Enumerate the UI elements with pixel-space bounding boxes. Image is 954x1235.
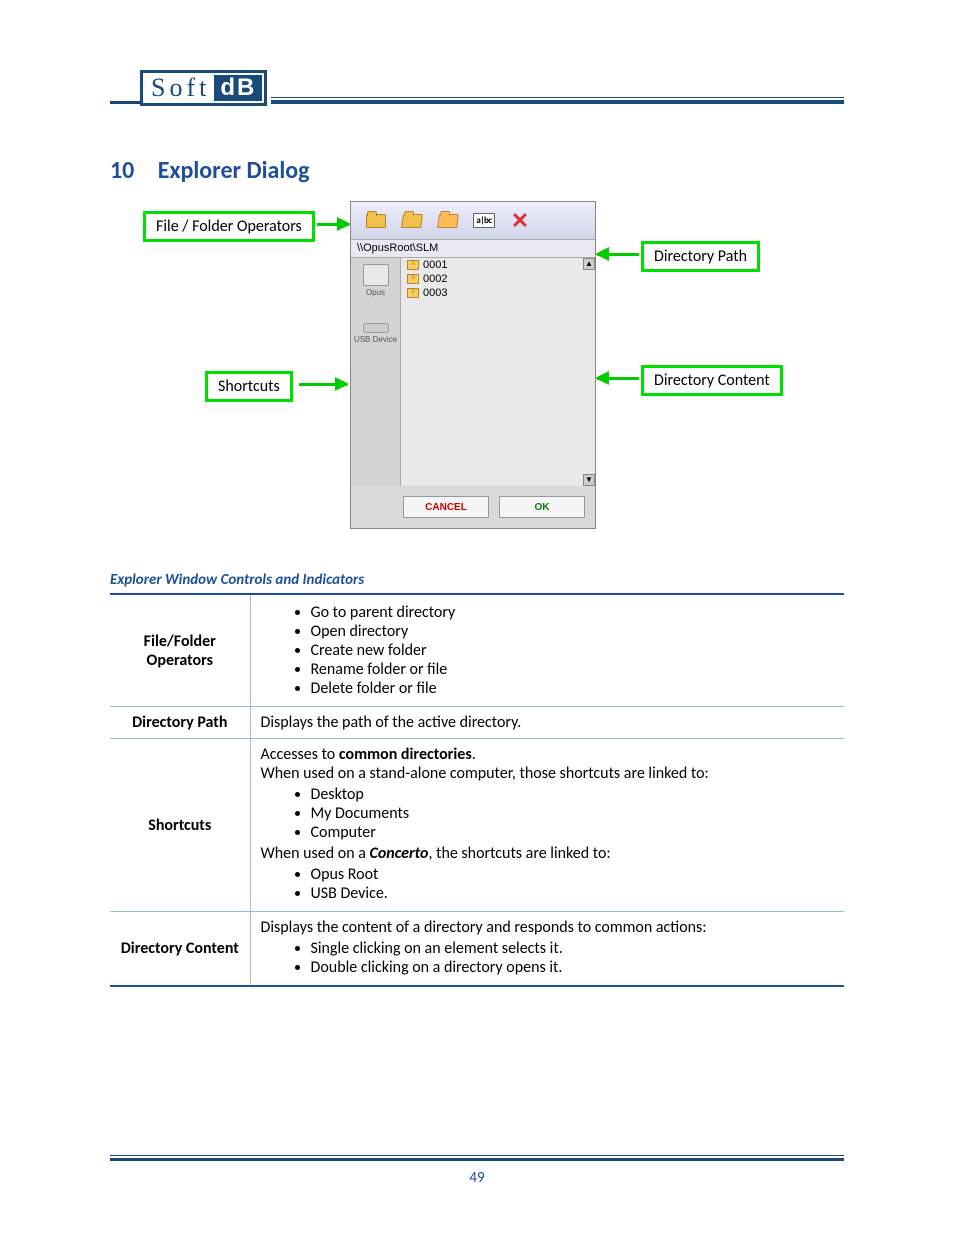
list-item: Desktop <box>311 785 835 804</box>
callout-shortcuts: Shortcuts <box>205 371 293 402</box>
list-item: Create new folder <box>311 641 835 660</box>
directory-content[interactable]: ≡0001 ≡0002 ≡0003 ▲ ▼ <box>401 258 595 486</box>
shortcuts-sidebar: Opus USB Device <box>351 258 401 486</box>
list-item: USB Device. <box>311 884 835 903</box>
opus-icon <box>363 264 389 286</box>
shortcut-label: USB Device <box>354 335 397 344</box>
usb-icon <box>363 323 389 333</box>
cancel-button[interactable]: CANCEL <box>403 496 489 518</box>
scroll-down-icon[interactable]: ▼ <box>583 474 595 486</box>
table-row: Shortcuts Accesses to common directories… <box>110 739 844 912</box>
list-item[interactable]: ≡0002 <box>401 272 595 286</box>
toolbar: a|bc ✕ <box>351 202 595 240</box>
logo-db: dB <box>214 75 262 101</box>
row-label: Directory Content <box>110 912 250 987</box>
file-icon: ≡ <box>407 288 419 298</box>
arrow-icon <box>317 223 349 226</box>
file-icon: ≡ <box>407 274 419 284</box>
page-number: 49 <box>0 1169 954 1187</box>
list-item: My Documents <box>311 804 835 823</box>
ok-button[interactable]: OK <box>499 496 585 518</box>
logo-soft: Soft <box>145 73 214 103</box>
list-item: Go to parent directory <box>311 603 835 622</box>
open-dir-icon[interactable] <box>401 211 423 231</box>
table-row: Directory Path Displays the path of the … <box>110 707 844 739</box>
list-item: Computer <box>311 823 835 842</box>
explorer-diagram: File / Folder Operators Shortcuts Direct… <box>127 201 827 541</box>
callout-content: Directory Content <box>641 365 783 396</box>
new-folder-icon[interactable] <box>437 211 459 231</box>
rename-icon[interactable]: a|bc <box>473 211 495 231</box>
list-item[interactable]: ≡0003 <box>401 286 595 300</box>
list-item: Rename folder or file <box>311 660 835 679</box>
path-bar[interactable]: \\OpusRoot\SLM <box>351 240 595 258</box>
table-heading: Explorer Window Controls and Indicators <box>110 571 844 589</box>
arrow-icon <box>597 253 639 256</box>
list-item[interactable]: ≡0001 <box>401 258 595 272</box>
callout-operators: File / Folder Operators <box>143 211 315 242</box>
explorer-window: a|bc ✕ \\OpusRoot\SLM Opus USB Device ≡0… <box>350 201 596 529</box>
scroll-up-icon[interactable]: ▲ <box>583 258 595 270</box>
arrow-icon <box>597 377 639 380</box>
list-item: Single clicking on an element selects it… <box>311 939 835 958</box>
row-text: Displays the path of the active director… <box>250 707 844 739</box>
shortcut-opus[interactable]: Opus <box>363 264 389 297</box>
parent-dir-icon[interactable] <box>365 211 387 231</box>
table-row: Directory Content Displays the content o… <box>110 912 844 987</box>
file-icon: ≡ <box>407 260 419 270</box>
row-label: Shortcuts <box>110 739 250 912</box>
list-item: Opus Root <box>311 865 835 884</box>
list-item: Delete folder or file <box>311 679 835 698</box>
arrow-icon <box>299 383 347 386</box>
shortcut-label: Opus <box>366 288 385 297</box>
delete-icon[interactable]: ✕ <box>509 211 531 231</box>
shortcut-usb[interactable]: USB Device <box>354 313 397 344</box>
section-heading: 10 Explorer Dialog <box>110 156 844 185</box>
controls-table: File/Folder Operators Go to parent direc… <box>110 593 844 987</box>
table-row: File/Folder Operators Go to parent direc… <box>110 594 844 707</box>
list-item: Open directory <box>311 622 835 641</box>
row-label: Directory Path <box>110 707 250 739</box>
list-item: Double clicking on a directory opens it. <box>311 958 835 977</box>
logo: Soft dB <box>110 70 844 106</box>
row-label: File/Folder Operators <box>110 594 250 707</box>
footer-rule <box>110 1155 844 1161</box>
section-title: Explorer Dialog <box>158 156 310 185</box>
callout-path: Directory Path <box>641 241 760 272</box>
section-number: 10 <box>110 156 134 185</box>
